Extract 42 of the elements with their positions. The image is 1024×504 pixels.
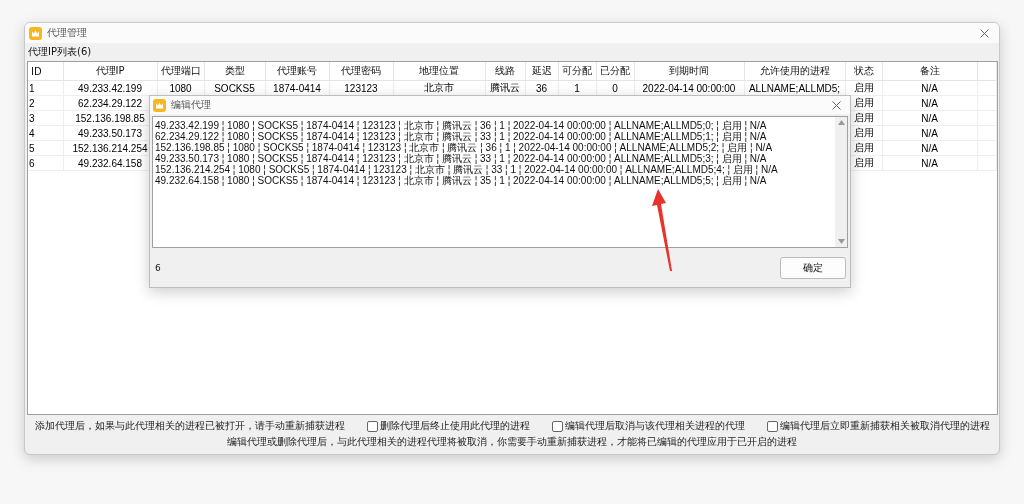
hint-text: 添加代理后，如果与此代理相关的进程已被打开，请手动重新捕获进程: [34, 420, 345, 433]
column-header[interactable]: 地理位置: [393, 62, 485, 81]
column-header[interactable]: 到期时间: [634, 62, 744, 81]
table-cell: N/A: [882, 140, 977, 156]
ok-button[interactable]: 确定: [780, 256, 846, 279]
column-header[interactable]: ID: [28, 62, 63, 81]
table-cell: N/A: [882, 80, 977, 96]
column-header[interactable]: 代理账号: [265, 62, 329, 81]
dialog-title: 编辑代理: [171, 98, 211, 112]
column-header[interactable]: 类型: [204, 62, 265, 81]
list-label: 代理IP列表(6): [27, 45, 93, 59]
table-cell: 6: [28, 155, 63, 171]
checkbox[interactable]: [366, 421, 378, 432]
app-icon: [29, 26, 42, 40]
table-cell: N/A: [882, 110, 977, 126]
checkbox[interactable]: [766, 421, 778, 432]
line-count: 6: [155, 262, 161, 273]
column-header[interactable]: 代理密码: [329, 62, 393, 81]
table-cell: N/A: [882, 95, 977, 111]
column-header[interactable]: 延迟: [525, 62, 558, 81]
table-cell: 49.233.42.199: [63, 80, 157, 96]
window-title: 代理管理: [47, 26, 87, 40]
table-cell: 4: [28, 125, 63, 141]
text-area[interactable]: 49.233.42.199 ¦ 1080 ¦ SOCKS5 ¦ 1874-0414 ¦ 123123 ¦ 北京市 ¦ 腾讯云 ¦ 36 ¦ 1 ¦ 2022-04-14 00:00:00 ¦ ALLNAME;ALLMD5;0; ¦ 启用 ¦ N/A 62.234.29.122 ¦ 1080 ¦ SOCKS5 ¦ 1874-0414 ¦ 123123 ¦ 北京市 ¦ 腾讯云 ¦ 33 ¦ 1 ¦ 2022-04-14 00:00:00 ¦ ALLNAME;ALLMD5;1; ¦ 启用 ¦ N/A 152.136.198.85 ¦ 1080 ¦ SOCKS5 ¦ 1874-0414 ¦ 123123 ¦ 北京市 ¦ 腾讯云 ¦ 36 ¦ 1 ¦ 2022-04-14 00:00:00 ¦ ALLNAME;ALLMD5;2; ¦ 启用 ¦ N/A 49.233.50.173 ¦ 1080 ¦ SOCKS5 ¦ 1874-0414 ¦ 123123 ¦ 北京市 ¦ 腾讯云 ¦ 33 ¦ 1 ¦ 2022-04-14 00:00:00 ¦ ALLNAME;ALLMD5;3; ¦ 启用 ¦ N/A 152.136.214.254 ¦ 1080 ¦ SOCKS5 ¦ 1874-0414 ¦ 123123 ¦ 北京市 ¦ 腾讯云 ¦ 33 ¦ 1 ¦ 2022-04-14 00:00:00 ¦ ALLNAME;ALLMD5;4; ¦ 启用 ¦ N/A 49.232.64.158 ¦ 1080 ¦ SOCKS5 ¦ 1874-0414 ¦ 123123 ¦ 北京市 ¦ 腾讯云 ¦ 35 ¦ 1 ¦ 2022-04-14 00:00:00 ¦ ALLNAME;ALLMD5;5; ¦ 启用 ¦ N/A: [152, 116, 848, 248]
column-header[interactable]: 代理IP: [63, 62, 157, 81]
column-header[interactable]: 已分配: [596, 62, 634, 81]
column-header[interactable]: 允许使用的进程: [744, 62, 845, 81]
close-icon: [832, 100, 841, 110]
column-header[interactable]: 可分配: [558, 62, 596, 81]
column-header[interactable]: 备注: [882, 62, 977, 81]
note-text: 编辑代理或删除代理后，与此代理相关的进程代理将被取消，你需要手动重新捕获进程，才能将已编辑的代理应用于已开启的进程: [227, 436, 797, 449]
column-header[interactable]: 代理端口: [157, 62, 204, 81]
table-cell: 2: [28, 95, 63, 111]
table-cell: 1: [28, 80, 63, 96]
column-header[interactable]: 状态: [845, 62, 882, 81]
table-cell: 5: [28, 140, 63, 156]
close-icon: [980, 28, 989, 38]
table-cell: N/A: [882, 155, 977, 171]
table-cell: N/A: [882, 125, 977, 141]
table-cell: 3: [28, 110, 63, 126]
checkbox[interactable]: [551, 421, 563, 432]
column-header[interactable]: 线路: [485, 62, 525, 81]
